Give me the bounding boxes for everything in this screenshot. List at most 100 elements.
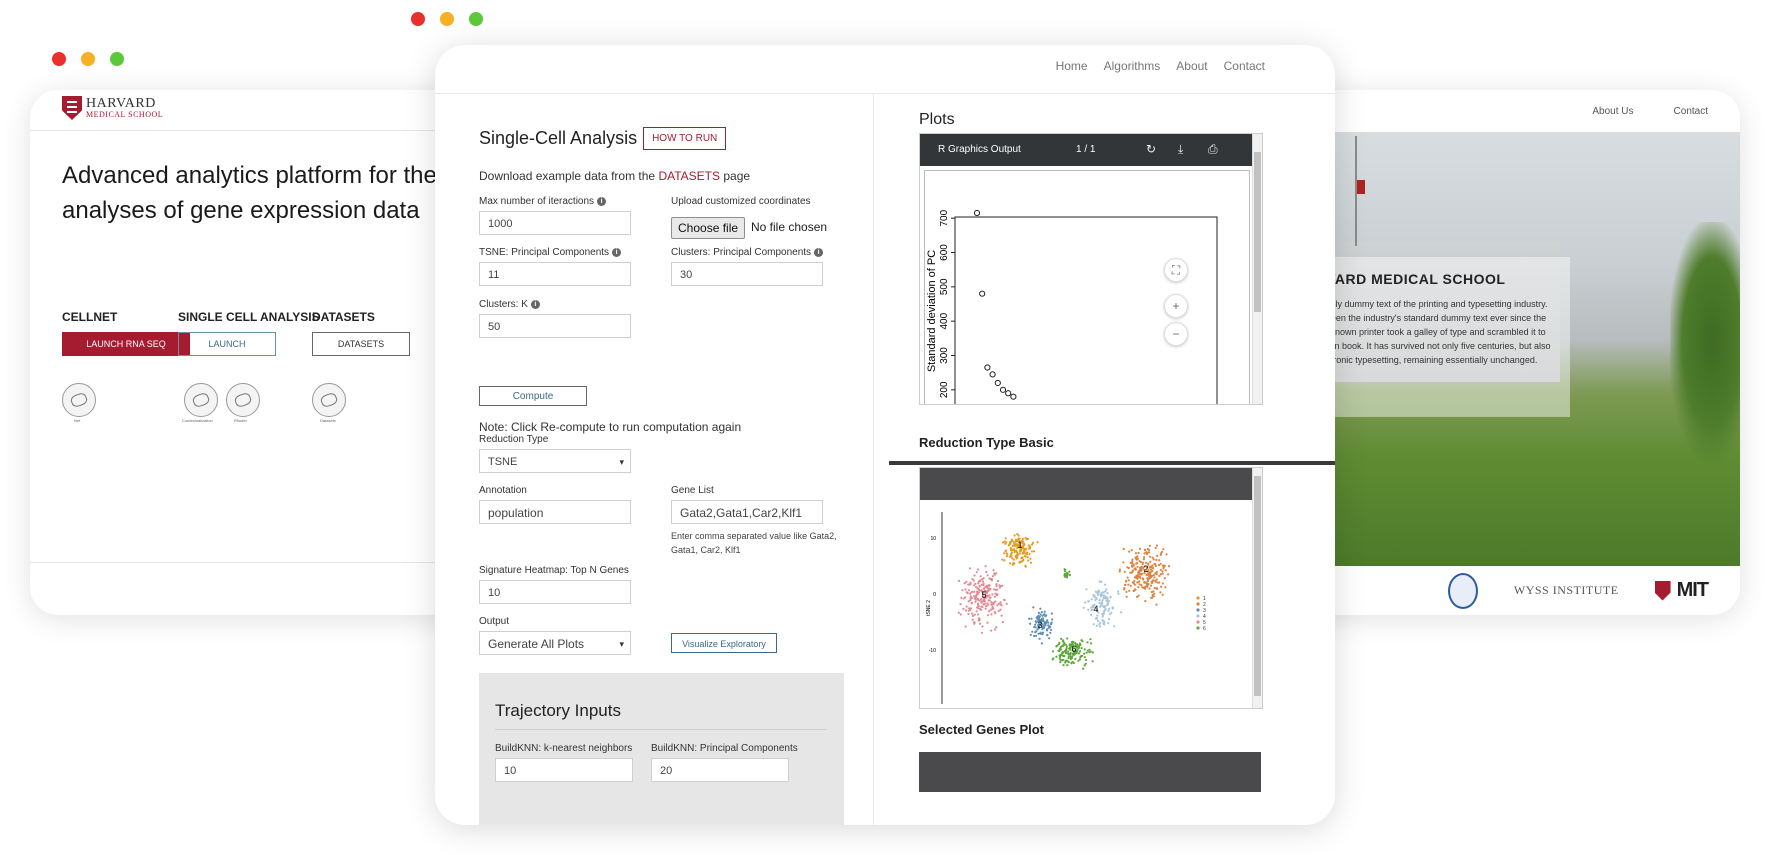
reduction-select[interactable]: TSNE <box>479 449 631 474</box>
elbow-point <box>1010 393 1017 400</box>
rfinder-icon[interactable] <box>226 383 260 417</box>
tsne-point <box>997 609 1000 612</box>
tsne-point <box>1010 551 1013 554</box>
tsne-point <box>1049 631 1052 634</box>
tsne-point <box>965 605 968 608</box>
info-icon[interactable]: i <box>612 247 622 257</box>
harvard-logo[interactable]: HARVARD MEDICAL SCHOOL <box>62 96 163 120</box>
tsne-point <box>1117 592 1120 595</box>
tsne-point <box>1124 583 1127 587</box>
tsne-point <box>1011 544 1014 547</box>
clusters-k-input[interactable]: 50 <box>479 314 631 338</box>
choose-file-button[interactable]: Choose file <box>671 217 746 239</box>
info-icon[interactable]: i <box>597 196 607 206</box>
maximize-window-dot[interactable] <box>469 12 483 26</box>
tsne-point <box>1134 556 1137 559</box>
tsne-point <box>1044 615 1047 618</box>
tsne-point <box>977 607 980 610</box>
nav-home[interactable]: Home <box>1056 59 1088 73</box>
minimize-window-dot[interactable] <box>81 52 95 66</box>
tsne-point <box>1143 581 1146 584</box>
minimize-window-dot[interactable] <box>440 12 454 26</box>
info-icon[interactable]: i <box>530 299 540 309</box>
tsne-point <box>1051 618 1054 621</box>
how-to-run-button[interactable]: HOW TO RUN <box>643 127 727 150</box>
tsne-point <box>992 588 996 591</box>
tsne-point <box>1085 588 1088 591</box>
tsne-point <box>981 625 984 628</box>
tsne-point <box>1013 562 1016 565</box>
launch-button[interactable]: LAUNCH <box>178 332 276 356</box>
tsne-point <box>1055 655 1058 658</box>
visualize-exploratory-button[interactable]: Visualize Exploratory <box>671 633 777 653</box>
reduction-label: Reduction Type <box>479 434 549 445</box>
cellnet-icon[interactable] <box>62 383 96 417</box>
nav-about[interactable]: About <box>1176 59 1207 73</box>
compute-button[interactable]: Compute <box>479 386 587 406</box>
tsne-point <box>1026 537 1030 540</box>
nav-algorithms[interactable]: Algorithms <box>1104 59 1161 73</box>
tsne-point <box>1066 637 1069 640</box>
tsne-point <box>974 594 978 597</box>
zoom-in-icon[interactable]: + <box>1164 294 1188 318</box>
contextualization-icon[interactable] <box>184 383 218 417</box>
nav-contact[interactable]: Contact <box>1224 59 1265 73</box>
heatmap-input[interactable]: 10 <box>479 580 631 604</box>
tsne-point <box>1024 536 1027 540</box>
tsne-point <box>1043 624 1046 627</box>
tsne-point <box>1140 584 1143 587</box>
viewer-scrollbar[interactable] <box>1252 134 1262 404</box>
tsne-point <box>973 590 976 593</box>
scrollbar-thumb[interactable] <box>1254 152 1261 312</box>
max-iter-input[interactable]: 1000 <box>479 211 631 235</box>
clusters-pc-input[interactable]: 30 <box>671 262 823 286</box>
zoom-out-icon[interactable]: − <box>1164 322 1188 346</box>
output-select[interactable]: Generate All Plots <box>479 631 631 656</box>
scrollbar-thumb[interactable] <box>1254 476 1261 696</box>
harvard-mit-logo[interactable]: MIT <box>1654 579 1709 602</box>
nav-about-us[interactable]: About Us <box>1592 106 1633 117</box>
info-icon[interactable]: i <box>814 247 824 257</box>
elbow-point <box>999 386 1007 393</box>
nav-contact[interactable]: Contact <box>1674 106 1708 117</box>
tsne-point <box>1154 580 1157 583</box>
tsne-point <box>974 598 978 601</box>
viewer-scrollbar[interactable] <box>1252 468 1262 708</box>
tsne-point <box>967 600 970 603</box>
tsne-point <box>1029 557 1032 560</box>
tsne-pc-input[interactable]: 11 <box>479 262 631 286</box>
seal-logo-icon[interactable] <box>1447 572 1478 609</box>
tsne-point <box>1090 606 1093 609</box>
annotation-input[interactable]: population <box>479 500 631 524</box>
download-icon[interactable]: ⤓ <box>1178 142 1183 157</box>
knn-pc-input[interactable]: 20 <box>651 758 789 782</box>
tsne-point <box>990 629 993 632</box>
rotate-icon[interactable]: ↻ <box>1146 142 1156 156</box>
tsne-point <box>1026 556 1029 559</box>
launch-rna-seq-button[interactable]: LAUNCH RNA SEQ <box>62 332 190 356</box>
tsne-point <box>964 625 967 628</box>
tsne-point <box>990 613 993 616</box>
knn-input[interactable]: 10 <box>495 758 633 782</box>
gene-list-input[interactable]: Gata2,Gata1,Car2,Klf1 <box>671 500 823 524</box>
datasets-button[interactable]: DATASETS <box>312 332 410 356</box>
tsne-point <box>963 582 966 585</box>
datasets-icon[interactable] <box>312 383 346 417</box>
print-icon[interactable]: ⎙ <box>1208 142 1218 157</box>
fit-view-icon[interactable]: ⛶ <box>1164 258 1188 282</box>
close-window-dot[interactable] <box>52 52 66 66</box>
tsne-point <box>1028 617 1031 620</box>
datasets-link[interactable]: DATASETS <box>658 169 720 183</box>
tsne-point <box>974 600 977 603</box>
download-note: Download example data from the DATASETS … <box>479 169 750 183</box>
tsne-point <box>1058 657 1061 660</box>
gene-list-label: Gene List <box>671 485 714 496</box>
tsne-point <box>1003 559 1006 562</box>
tsne-point <box>1036 616 1040 619</box>
tsne-point <box>1085 658 1088 662</box>
wyss-logo[interactable]: WYSS INSTITUTE <box>1514 583 1619 598</box>
tsne-point <box>1041 631 1045 634</box>
close-window-dot[interactable] <box>411 12 425 26</box>
maximize-window-dot[interactable] <box>110 52 124 66</box>
tsne-point <box>1137 586 1140 589</box>
